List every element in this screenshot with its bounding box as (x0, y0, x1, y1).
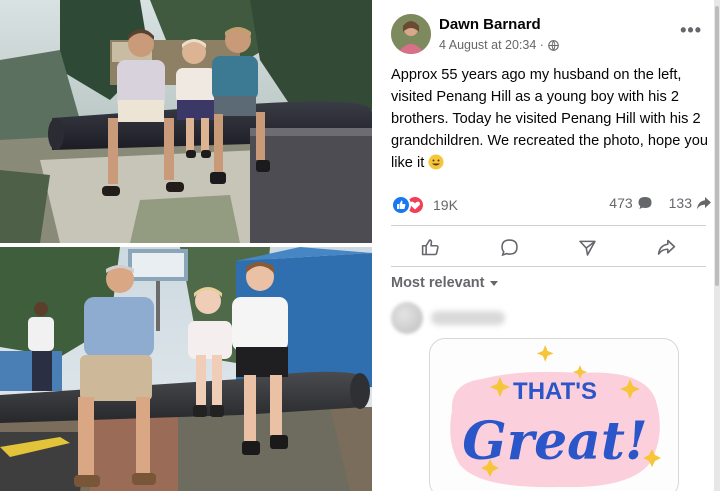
like-reaction-icon (391, 195, 411, 215)
old-photo-scene (0, 0, 372, 243)
comment-sticker[interactable]: THAT'S Great! (429, 338, 679, 491)
avatar-image (391, 14, 431, 54)
comment-count[interactable]: 473 (609, 195, 632, 211)
photo-collage[interactable] (0, 0, 372, 491)
action-bar (391, 232, 706, 262)
old-photo (0, 0, 372, 243)
share-button[interactable] (652, 232, 682, 262)
author-name[interactable]: Dawn Barnard (439, 16, 541, 33)
scrollbar[interactable] (714, 0, 720, 491)
comment-bubble-icon (638, 197, 652, 209)
recreated-photo (0, 247, 372, 491)
thats-great-sticker: THAT'S Great! (450, 345, 661, 488)
speech-bubble-icon (500, 238, 518, 256)
like-button[interactable] (415, 232, 445, 262)
comment-button[interactable] (494, 232, 524, 262)
author-avatar[interactable] (391, 14, 431, 54)
thumbs-up-icon (421, 238, 439, 255)
reaction-count[interactable]: 19K (433, 197, 458, 213)
send-icon (579, 240, 597, 256)
recreated-photo-scene (0, 247, 372, 491)
facebook-post: Dawn Barnard 4 August at 20:34 · ••• App… (377, 0, 720, 491)
comment-sort-dropdown[interactable]: Most relevant (391, 275, 499, 291)
chevron-down-icon (490, 280, 499, 286)
post-timestamp[interactable]: 4 August at 20:34 · (439, 38, 544, 52)
more-options-button[interactable]: ••• (680, 20, 702, 41)
divider (391, 225, 706, 226)
scrollbar-thumb[interactable] (715, 6, 719, 286)
sticker-line1: THAT'S (513, 378, 597, 405)
post-text: Approx 55 years ago my husband on the le… (391, 64, 716, 174)
share-count[interactable]: 133 (669, 195, 692, 211)
commenter-avatar-blurred[interactable] (391, 302, 423, 334)
reaction-icons (391, 195, 427, 215)
reaction-summary[interactable]: 19K (391, 195, 458, 215)
post-meta: 4 August at 20:34 · (439, 38, 559, 52)
share-arrow-icon (657, 239, 676, 255)
send-button[interactable] (573, 232, 603, 262)
commenter-name-blurred[interactable] (431, 311, 505, 325)
sort-label: Most relevant (391, 275, 485, 291)
globe-icon[interactable] (548, 39, 559, 51)
sticker-line2: Great! (462, 411, 647, 472)
engagement-counts: 473 133 (609, 195, 712, 211)
share-icon (697, 197, 711, 209)
divider (391, 266, 706, 267)
smiling-face-emoji-icon (428, 154, 444, 170)
